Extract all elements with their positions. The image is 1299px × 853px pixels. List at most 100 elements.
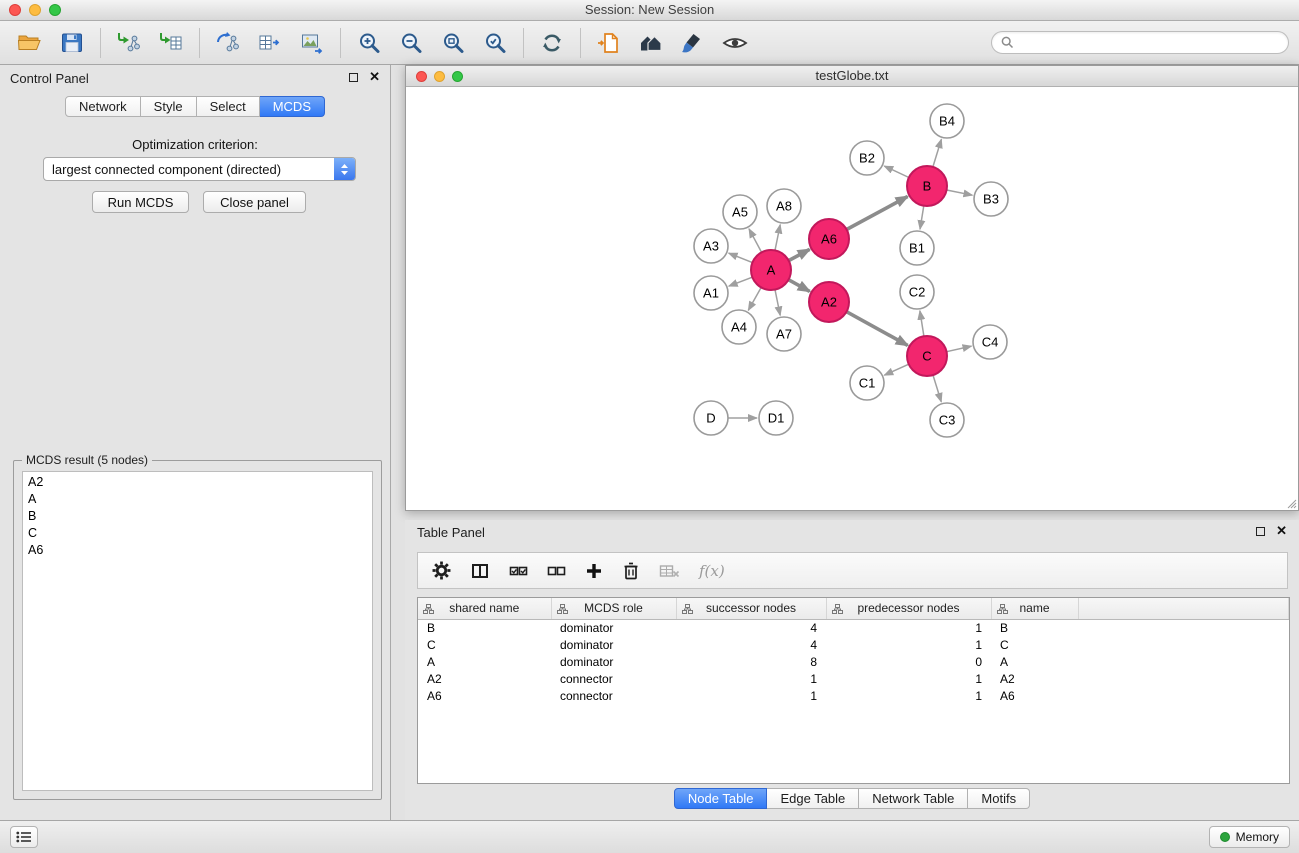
close-panel-button[interactable]: Close panel (203, 191, 306, 213)
export-image-button[interactable] (292, 26, 332, 60)
graph-node-B1[interactable]: B1 (900, 231, 934, 265)
create-column-button[interactable] (585, 556, 603, 586)
mcds-result-item[interactable]: A6 (23, 542, 372, 559)
graph-node-D[interactable]: D (694, 401, 728, 435)
houses-button[interactable] (631, 26, 671, 60)
graph-edge-A-A6[interactable] (789, 249, 810, 260)
graph-edge-C-C3[interactable] (933, 375, 941, 402)
mcds-result-item[interactable]: C (23, 525, 372, 542)
criterion-dropdown[interactable]: largest connected component (directed) (43, 157, 356, 181)
delete-column-button[interactable] (622, 556, 640, 586)
graph-node-A1[interactable]: A1 (694, 276, 728, 310)
export-table-button[interactable] (250, 26, 290, 60)
tab-network[interactable]: Network (65, 96, 141, 117)
select-all-button[interactable] (509, 556, 528, 586)
graph-edge-A-A7[interactable] (775, 290, 780, 316)
graph-node-A2[interactable]: A2 (809, 282, 849, 322)
minimize-window-button[interactable] (29, 4, 41, 16)
tab-style[interactable]: Style (141, 96, 197, 117)
column-header-MCDS-role[interactable]: MCDS role (551, 598, 676, 619)
graph-edge-A-A1[interactable] (729, 277, 753, 286)
column-header-predecessor-nodes[interactable]: predecessor nodes (826, 598, 991, 619)
run-mcds-button[interactable]: Run MCDS (92, 191, 189, 213)
brush-button[interactable] (673, 26, 713, 60)
column-header-name[interactable]: name (991, 598, 1078, 619)
eye-button[interactable] (715, 26, 755, 60)
graph-edge-B-B4[interactable] (933, 139, 942, 167)
tab-motifs[interactable]: Motifs (968, 788, 1030, 809)
close-table-panel-icon[interactable]: ✕ (1276, 526, 1287, 536)
mcds-result-list[interactable]: A2ABCA6 (22, 471, 373, 791)
graph-edge-A-A4[interactable] (748, 287, 761, 310)
graph-edge-A6-B[interactable] (847, 197, 908, 230)
graph-edge-B-B2[interactable] (884, 166, 909, 178)
table-row[interactable]: Bdominator41B (418, 619, 1289, 636)
table-settings-button[interactable] (432, 556, 451, 586)
delete-table-button[interactable] (659, 556, 680, 586)
graph-edge-B-B3[interactable] (947, 190, 973, 195)
close-network-window-button[interactable] (416, 71, 427, 82)
table-row[interactable]: A6connector11A6 (418, 687, 1289, 704)
show-columns-button[interactable] (470, 556, 490, 586)
graph-node-A3[interactable]: A3 (694, 229, 728, 263)
graph-node-A5[interactable]: A5 (723, 195, 757, 229)
float-panel-icon[interactable] (349, 73, 358, 82)
tab-network-table[interactable]: Network Table (859, 788, 968, 809)
function-builder-button[interactable]: f(x) (699, 556, 725, 586)
refresh-button[interactable] (532, 26, 572, 60)
graph-edge-A-A3[interactable] (729, 253, 753, 263)
graph-node-A4[interactable]: A4 (722, 310, 756, 344)
graph-node-C4[interactable]: C4 (973, 325, 1007, 359)
import-table-button[interactable] (151, 26, 191, 60)
export-network-button[interactable] (208, 26, 248, 60)
column-header-shared-name[interactable]: shared name (418, 598, 551, 619)
mcds-result-item[interactable]: A (23, 491, 372, 508)
zoom-out-button[interactable] (391, 26, 431, 60)
resize-grip-icon[interactable] (1285, 497, 1297, 509)
import-network-button[interactable] (109, 26, 149, 60)
graph-node-A6[interactable]: A6 (809, 219, 849, 259)
minimize-network-window-button[interactable] (434, 71, 445, 82)
open-session-button[interactable] (10, 26, 50, 60)
table-row[interactable]: Adominator80A (418, 653, 1289, 670)
graph-node-A8[interactable]: A8 (767, 189, 801, 223)
graph-node-A[interactable]: A (751, 250, 791, 290)
close-window-button[interactable] (9, 4, 21, 16)
graph-node-C2[interactable]: C2 (900, 275, 934, 309)
task-history-button[interactable] (10, 826, 38, 848)
zoom-window-button[interactable] (49, 4, 61, 16)
graph-node-D1[interactable]: D1 (759, 401, 793, 435)
graph-edge-C-C4[interactable] (947, 346, 972, 352)
tab-node-table[interactable]: Node Table (674, 788, 768, 809)
deselect-all-button[interactable] (547, 556, 566, 586)
graph-node-B2[interactable]: B2 (850, 141, 884, 175)
zoom-network-window-button[interactable] (452, 71, 463, 82)
table-row[interactable]: Cdominator41C (418, 636, 1289, 653)
tab-mcds[interactable]: MCDS (260, 96, 325, 117)
graph-edge-A-A5[interactable] (749, 229, 762, 253)
graph-edge-C-C1[interactable] (884, 364, 909, 375)
zoom-fit-button[interactable] (433, 26, 473, 60)
close-panel-icon[interactable]: ✕ (369, 72, 380, 82)
graph-edge-A-A2[interactable] (789, 280, 810, 292)
network-canvas[interactable]: B4B2BB3A5A8A6B1A3AC2A1A2A4A7C4CC1C3DD1 (406, 87, 1298, 510)
search-field[interactable] (991, 31, 1289, 54)
mcds-result-item[interactable]: B (23, 508, 372, 525)
graph-node-C1[interactable]: C1 (850, 366, 884, 400)
float-table-panel-icon[interactable] (1256, 527, 1265, 536)
graph-node-C3[interactable]: C3 (930, 403, 964, 437)
graph-node-B[interactable]: B (907, 166, 947, 206)
graph-node-B3[interactable]: B3 (974, 182, 1008, 216)
zoom-in-button[interactable] (349, 26, 389, 60)
graph-node-A7[interactable]: A7 (767, 317, 801, 351)
graph-node-C[interactable]: C (907, 336, 947, 376)
mcds-result-item[interactable]: A2 (23, 474, 372, 491)
memory-button[interactable]: Memory (1209, 826, 1290, 848)
search-input[interactable] (1019, 36, 1279, 50)
document-button[interactable] (589, 26, 629, 60)
graph-edge-C-C2[interactable] (920, 311, 924, 336)
tab-edge-table[interactable]: Edge Table (767, 788, 859, 809)
graph-edge-A2-C[interactable] (847, 312, 908, 346)
tab-select[interactable]: Select (197, 96, 260, 117)
save-session-button[interactable] (52, 26, 92, 60)
